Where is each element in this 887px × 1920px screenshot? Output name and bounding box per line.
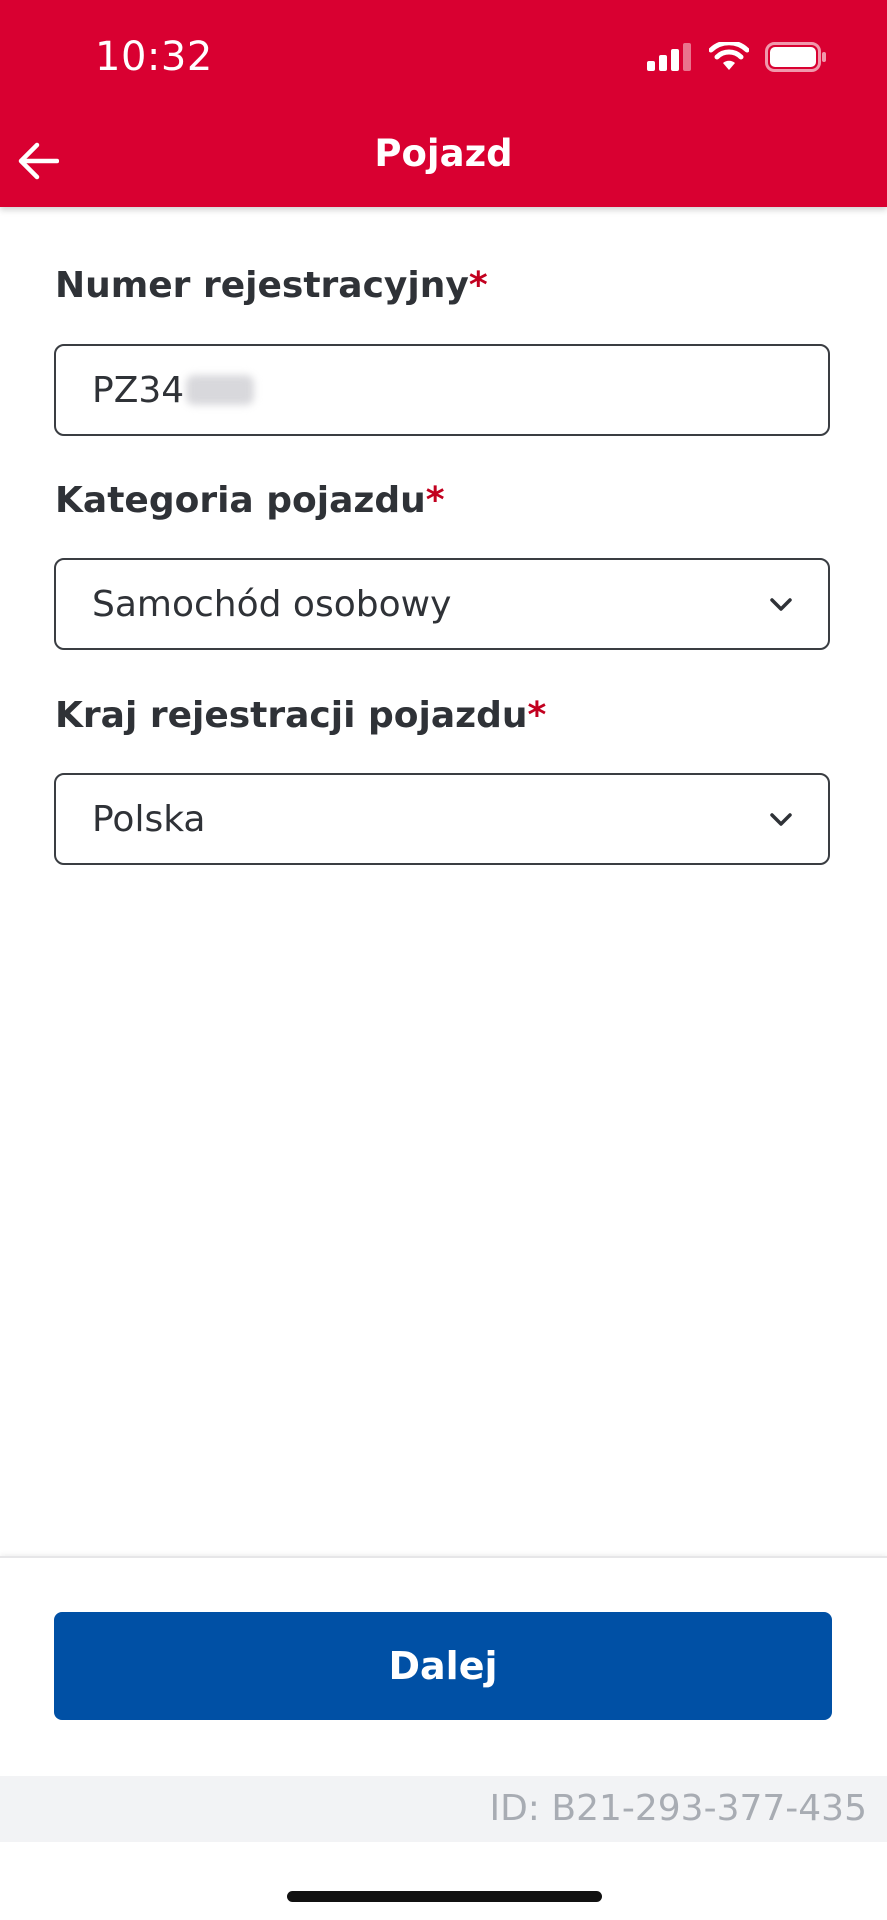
required-mark: * xyxy=(425,480,445,521)
required-mark: * xyxy=(527,695,547,736)
country-label: Kraj rejestracji pojazdu* xyxy=(55,695,546,736)
page-title: Pojazd xyxy=(374,132,513,175)
wifi-icon xyxy=(709,42,749,70)
vehicle-screen: 10:32 Pojazd Numer rejestracyjny* PZ34 K… xyxy=(0,0,887,1920)
battery-icon xyxy=(765,42,826,72)
chevron-down-icon xyxy=(770,598,792,611)
registration-value: PZ34 xyxy=(92,369,185,411)
category-label-text: Kategoria pojazdu xyxy=(55,480,426,521)
status-icons xyxy=(647,42,827,72)
app-header: 10:32 Pojazd xyxy=(0,0,887,207)
country-label-text: Kraj rejestracji pojazdu xyxy=(55,695,528,736)
category-label: Kategoria pojazdu* xyxy=(55,480,445,521)
registration-label-text: Numer rejestracyjny xyxy=(55,265,469,306)
redacted-text xyxy=(186,375,255,405)
session-id-text: ID: B21-293-377-435 xyxy=(489,1788,867,1829)
status-time: 10:32 xyxy=(95,34,213,80)
id-bar: ID: B21-293-377-435 xyxy=(0,1776,887,1842)
registration-input[interactable]: PZ34 xyxy=(54,344,830,436)
category-select[interactable]: Samochód osobowy xyxy=(54,558,830,650)
country-selected-value: Polska xyxy=(92,798,206,840)
required-mark: * xyxy=(468,265,488,306)
home-indicator[interactable] xyxy=(287,1891,602,1902)
country-select[interactable]: Polska xyxy=(54,773,830,865)
next-button[interactable]: Dalej xyxy=(54,1612,832,1720)
signal-icon xyxy=(647,43,691,71)
category-selected-value: Samochód osobowy xyxy=(92,583,452,625)
registration-label: Numer rejestracyjny* xyxy=(55,265,488,306)
chevron-down-icon xyxy=(770,813,792,826)
